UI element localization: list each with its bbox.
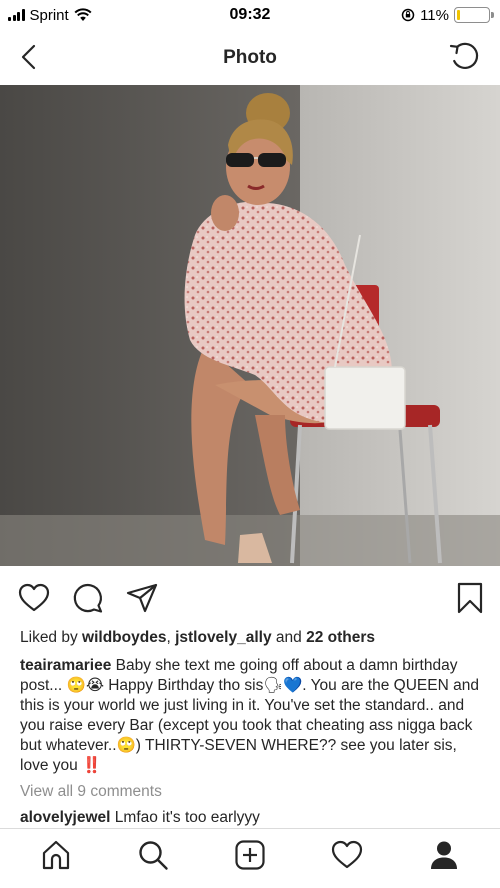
like-button[interactable] bbox=[16, 580, 52, 616]
caption-text: Baby she text me going off about a damn … bbox=[20, 657, 479, 774]
caption-username[interactable]: teairamariee bbox=[20, 657, 111, 674]
liker-username-2[interactable]: jstlovely_ally bbox=[175, 629, 272, 646]
post-photo-image bbox=[0, 85, 500, 566]
heart-icon bbox=[18, 583, 50, 612]
post-text-area: Liked by wildboydes, jstlovely_ally and … bbox=[20, 628, 482, 828]
signal-icon bbox=[8, 9, 25, 21]
nav-bar: Photo bbox=[0, 30, 500, 85]
comment-button[interactable] bbox=[70, 580, 106, 616]
search-icon bbox=[139, 840, 168, 870]
share-button[interactable] bbox=[124, 580, 160, 616]
battery-icon bbox=[454, 7, 494, 23]
share-icon bbox=[126, 583, 158, 613]
view-all-comments-link[interactable]: View all 9 comments bbox=[20, 782, 482, 802]
post-actions bbox=[0, 576, 500, 622]
tab-activity[interactable] bbox=[325, 833, 369, 877]
status-bar: Sprint 09:32 11% bbox=[0, 0, 500, 30]
chevron-left-icon bbox=[21, 44, 36, 70]
page-title: Photo bbox=[223, 46, 277, 68]
comment-item: alovelyjewel Lmfao it's too earlyyy bbox=[20, 808, 482, 828]
battery-percent: 11% bbox=[420, 6, 449, 24]
carrier-label: Sprint bbox=[29, 6, 69, 24]
status-left: Sprint bbox=[8, 7, 92, 24]
activity-heart-icon bbox=[331, 840, 362, 868]
orientation-lock-icon bbox=[401, 8, 415, 22]
tab-new-post[interactable] bbox=[228, 833, 272, 877]
tab-home[interactable] bbox=[34, 833, 78, 877]
profile-icon bbox=[430, 841, 457, 869]
tab-profile[interactable] bbox=[422, 833, 466, 877]
bookmark-icon bbox=[457, 582, 483, 614]
tab-search[interactable] bbox=[131, 833, 175, 877]
status-right: 11% bbox=[401, 6, 494, 24]
home-icon bbox=[43, 840, 70, 869]
new-post-icon bbox=[235, 839, 265, 870]
caption: teairamariee Baby she text me going off … bbox=[20, 656, 482, 776]
likes-others[interactable]: 22 others bbox=[306, 629, 375, 646]
refresh-button[interactable] bbox=[446, 38, 482, 74]
tab-bar bbox=[0, 828, 500, 888]
wifi-icon bbox=[74, 8, 92, 21]
liker-username-1[interactable]: wildboydes bbox=[82, 629, 166, 646]
likes-prefix: Liked by bbox=[20, 629, 83, 646]
likes-and: and bbox=[271, 629, 307, 646]
bookmark-button[interactable] bbox=[452, 580, 488, 616]
back-button[interactable] bbox=[12, 40, 46, 74]
likes-line: Liked by wildboydes, jstlovely_ally and … bbox=[20, 628, 482, 648]
comment-username[interactable]: alovelyjewel bbox=[20, 809, 110, 826]
likes-separator: , bbox=[166, 629, 176, 646]
comment-icon bbox=[73, 583, 103, 613]
post-photo[interactable] bbox=[0, 85, 500, 566]
refresh-icon bbox=[449, 42, 479, 69]
battery-level bbox=[457, 10, 461, 20]
comment-text: Lmfao it's too earlyyy bbox=[114, 809, 260, 826]
